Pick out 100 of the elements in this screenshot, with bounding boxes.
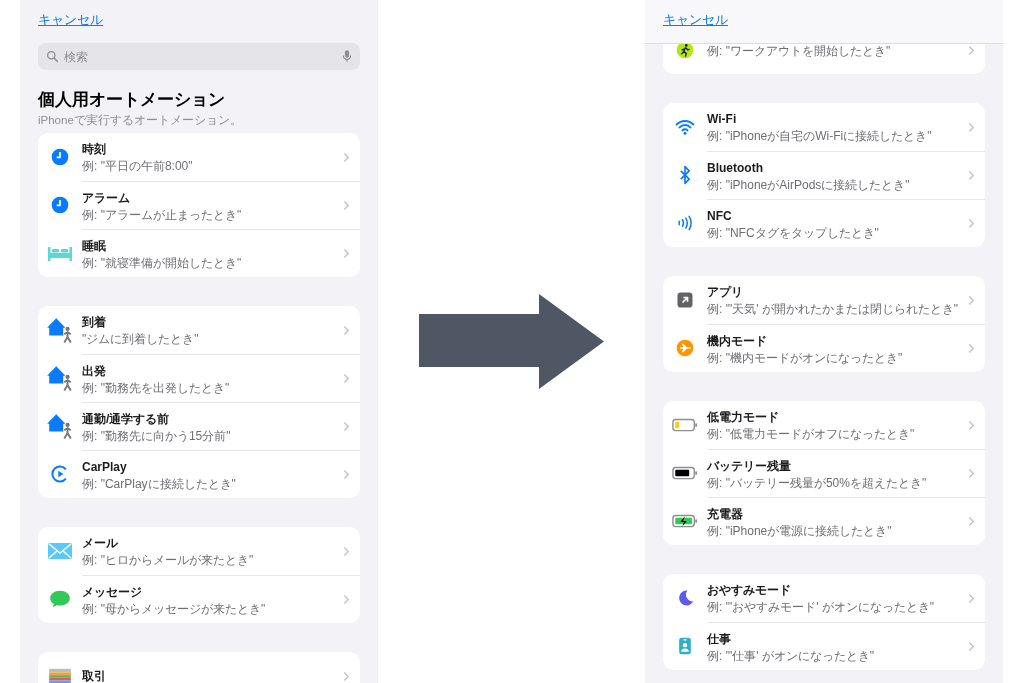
row-example: 例: "iPhoneが自宅のWi-Fiに接続したとき" (707, 129, 933, 143)
chevron-icon (343, 324, 350, 336)
list-row[interactable]: CarPlay 例: "CarPlayに接続したとき" (38, 450, 360, 498)
row-example: 例: "バッテリー残量が50%を超えたとき" (707, 475, 928, 490)
row-title: 到着 (82, 314, 107, 330)
page-subtitle: iPhoneで実行するオートメーション。 (38, 113, 243, 127)
chevron-icon (968, 218, 975, 229)
row-title: 取引 (82, 668, 107, 683)
row-title: バッテリー残量 (707, 457, 792, 474)
row-title: NFC (707, 207, 733, 224)
row-example: 例: "ヒロからメールが来たとき" (82, 553, 255, 567)
chevron-icon (343, 151, 350, 163)
chevron-icon (968, 294, 975, 306)
bed-icon (47, 244, 73, 262)
list-row[interactable]: アプリ 例: "'天気' が開かれたかまたは閉じられたとき" (663, 276, 985, 324)
list-row[interactable]: メッセージ 例: "母からメッセージが来たとき" (38, 575, 360, 623)
chevron-icon (343, 373, 350, 384)
clock-icon (50, 195, 70, 215)
chevron-icon (343, 200, 350, 211)
search-field[interactable]: 検索 (38, 43, 360, 70)
row-example: 例: "母からメッセージが来たとき" (82, 601, 267, 616)
list-row[interactable]: 出発 例: "勤務先を出発したとき" (38, 354, 360, 402)
list-row[interactable]: 機内モード 例: "機内モードがオンになったとき" (663, 324, 985, 372)
house-person-icon (46, 412, 74, 440)
row-example: 例: "'天気' が開かれたかまたは閉じられたとき" (707, 302, 960, 316)
cancel-link[interactable]: キャンセル (663, 11, 728, 29)
chevron-icon (968, 592, 975, 604)
chevron-icon (343, 670, 350, 682)
row-example: 例: "平日の午前8:00" (82, 159, 194, 173)
row-example: 例: "アラームが止まったとき" (82, 207, 243, 222)
list-row[interactable]: 充電器 例: "iPhoneが電源に接続したとき" (663, 497, 985, 545)
chevron-icon (343, 469, 350, 480)
chevron-icon (968, 343, 975, 354)
row-title: メール (82, 535, 119, 551)
list-row[interactable]: メール 例: "ヒロからメールが来たとき" (38, 527, 360, 575)
row-example: 例: "'おやすみモード' がオンになったとき" (707, 600, 936, 614)
chevron-icon (968, 121, 975, 133)
nfc-icon (675, 213, 695, 233)
page-title: 個人用オートメーション (38, 90, 226, 110)
row-example: 例: "就寝準備が開始したとき" (82, 255, 243, 270)
row-title: 充電器 (707, 505, 744, 522)
chevron-icon (343, 545, 350, 557)
chevron-icon (968, 468, 975, 479)
envelope-icon (47, 542, 73, 560)
battery-icon (672, 464, 698, 482)
list-row[interactable]: おやすみモード 例: "'おやすみモード' がオンになったとき" (663, 574, 985, 622)
row-title: CarPlay (82, 458, 128, 475)
list-row[interactable]: 時刻 例: "平日の午前8:00" (38, 133, 360, 181)
row-title: おやすみモード (707, 582, 792, 598)
chevron-icon (968, 516, 975, 527)
runner-icon (675, 44, 695, 60)
low-battery-icon (672, 416, 698, 434)
house-person-icon (46, 364, 74, 392)
chevron-icon (968, 44, 975, 56)
list-row[interactable]: NFC 例: "NFCタグをタップしたとき" (663, 199, 985, 247)
search-icon (46, 50, 59, 63)
row-example: "ジムに到着したとき" (82, 332, 200, 346)
microphone-icon (342, 49, 352, 63)
chevron-icon (968, 419, 975, 431)
row-title: Wi-Fi (707, 111, 738, 127)
list-row[interactable]: アラーム 例: "アラームが止まったとき" (38, 181, 360, 229)
row-title: 睡眠 (82, 237, 107, 254)
row-example: 例: "ワークアウトを開始したとき" (707, 44, 892, 58)
list-row[interactable]: Bluetooth 例: "iPhoneがAirPodsに接続したとき" (663, 151, 985, 199)
list-row[interactable]: バッテリー残量 例: "バッテリー残量が50%を超えたとき" (663, 449, 985, 497)
row-title: アラーム (82, 189, 131, 206)
row-title: アプリ (707, 284, 744, 300)
wallet-icon (47, 667, 73, 683)
chevron-icon (343, 248, 350, 259)
row-example: 例: "機内モードがオンになったとき" (707, 350, 904, 365)
list-row[interactable]: 仕事 例: "'仕事' がオンになったとき" (663, 622, 985, 670)
row-title: 仕事 (707, 630, 732, 647)
charging-battery-icon (672, 512, 698, 530)
list-row[interactable]: 取引 (38, 652, 360, 683)
list-row[interactable]: 例: "ワークアウトを開始したとき" (663, 44, 985, 74)
row-title: 時刻 (82, 141, 107, 157)
list-row[interactable]: 到着 "ジムに到着したとき" (38, 306, 360, 354)
row-title: メッセージ (82, 583, 143, 600)
clock-icon (50, 147, 70, 167)
row-title: Bluetooth (707, 159, 764, 176)
list-row[interactable]: 睡眠 例: "就寝準備が開始したとき" (38, 229, 360, 277)
row-title: 機内モード (707, 332, 768, 349)
chevron-icon (968, 641, 975, 652)
wifi-icon (675, 117, 695, 137)
row-example: 例: "iPhoneがAirPodsに接続したとき" (707, 177, 911, 192)
row-title: 出発 (82, 362, 107, 379)
chevron-icon (343, 421, 350, 432)
chevron-icon (968, 170, 975, 181)
list-row[interactable]: 通勤/通学する前 例: "勤務先に向かう15分前" (38, 402, 360, 450)
row-example: 例: "CarPlayに接続したとき" (82, 476, 237, 491)
row-example: 例: "勤務先に向かう15分前" (82, 428, 232, 443)
chevron-icon (343, 594, 350, 605)
row-title: 通勤/通学する前 (82, 410, 171, 427)
airplane-icon (675, 338, 695, 358)
row-example: 例: "低電力モードがオフになったとき" (707, 427, 916, 441)
list-row[interactable]: Wi-Fi 例: "iPhoneが自宅のWi-Fiに接続したとき" (663, 103, 985, 151)
row-example: 例: "NFCタグをタップしたとき" (707, 225, 880, 240)
house-person-icon (46, 316, 74, 344)
cancel-link[interactable]: キャンセル (38, 11, 103, 29)
list-row[interactable]: 低電力モード 例: "低電力モードがオフになったとき" (663, 401, 985, 449)
